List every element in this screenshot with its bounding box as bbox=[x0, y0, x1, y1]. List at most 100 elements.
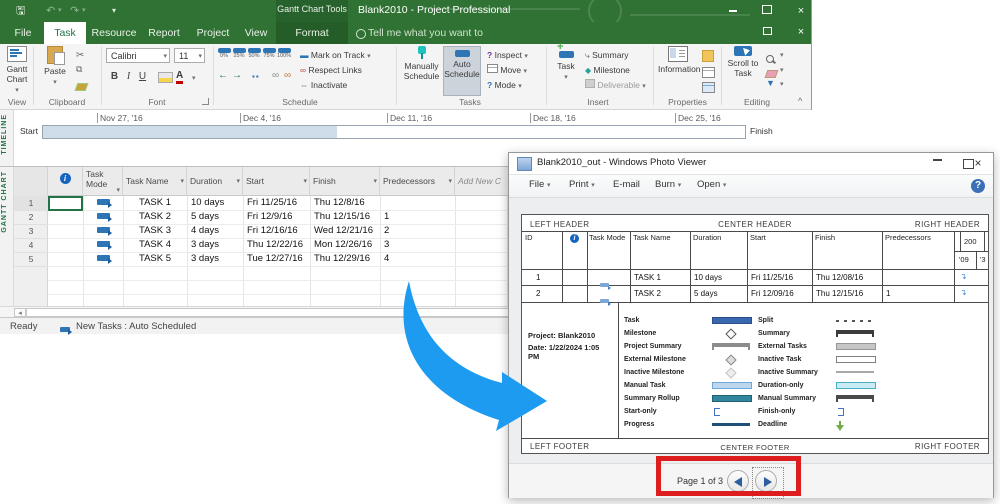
viewer-maximize-button[interactable] bbox=[935, 155, 961, 172]
cell-finish[interactable]: Thu 12/8/16 bbox=[314, 196, 380, 210]
cell-start[interactable]: Thu 12/22/16 bbox=[247, 238, 310, 252]
close-button[interactable]: × bbox=[790, 3, 812, 19]
collapse-ribbon-icon[interactable]: ^ bbox=[798, 96, 802, 106]
cell-duration[interactable]: 3 days bbox=[191, 252, 243, 266]
row-number[interactable]: 4 bbox=[14, 238, 48, 253]
header-predecessors[interactable]: Predecessors▾ bbox=[380, 167, 455, 196]
undo-dropdown-icon[interactable]: ▾ bbox=[58, 4, 62, 18]
tab-project[interactable]: Project bbox=[190, 22, 236, 44]
add-to-timeline-icon[interactable] bbox=[702, 80, 715, 98]
selected-cell[interactable] bbox=[48, 196, 83, 211]
link-tasks-icon[interactable]: ∞ bbox=[272, 70, 279, 81]
find-dropdown-icon[interactable]: ▾ bbox=[780, 51, 784, 59]
cell-task-name[interactable]: TASK 5 bbox=[123, 252, 187, 266]
information-button[interactable]: Information bbox=[658, 46, 698, 74]
minimize-button[interactable] bbox=[722, 3, 744, 19]
cell-start[interactable]: Tue 12/27/16 bbox=[247, 252, 310, 266]
percent-100-button[interactable]: 100% bbox=[277, 48, 291, 59]
tab-task[interactable]: Task bbox=[44, 22, 86, 44]
mode-button[interactable]: ? Mode ▾ bbox=[487, 79, 522, 93]
clear-dropdown-icon[interactable]: ▾ bbox=[780, 66, 784, 74]
header-add-new-column[interactable]: Add New C bbox=[455, 167, 515, 196]
cell-duration[interactable]: 4 days bbox=[191, 224, 243, 238]
insert-deliverable-button[interactable]: Deliverable ▾ bbox=[585, 79, 646, 93]
cell-task-mode[interactable] bbox=[83, 224, 123, 238]
format-painter-icon[interactable] bbox=[76, 78, 87, 96]
menu-burn[interactable]: Burn ▾ bbox=[655, 179, 681, 190]
timeline-bar[interactable] bbox=[42, 125, 746, 139]
auto-schedule-button[interactable]: Auto Schedule bbox=[443, 46, 481, 96]
cell-duration[interactable]: 10 days bbox=[191, 196, 243, 210]
viewer-close-button[interactable]: × bbox=[965, 155, 991, 172]
cell-start[interactable]: Fri 11/25/16 bbox=[247, 196, 310, 210]
scroll-left-icon[interactable]: ◂ bbox=[14, 308, 26, 317]
gantt-pane-strip[interactable]: GANTT CHART bbox=[0, 167, 14, 306]
scroll-to-task-button[interactable]: Scroll to Task bbox=[726, 46, 760, 78]
cell-task-mode[interactable] bbox=[83, 238, 123, 252]
cell-predecessors[interactable]: 1 bbox=[384, 210, 455, 224]
header-info[interactable]: i bbox=[48, 167, 83, 196]
viewer-minimize-button[interactable] bbox=[905, 155, 931, 172]
inactivate-button[interactable]: ⇔ Inactivate bbox=[300, 79, 347, 92]
insert-summary-button[interactable]: ⤷ Summary bbox=[585, 49, 629, 62]
cell-finish[interactable]: Wed 12/21/16 bbox=[314, 224, 380, 238]
background-color-icon[interactable] bbox=[158, 72, 173, 83]
mark-on-track-button[interactable]: ▬ Mark on Track ▾ bbox=[300, 49, 371, 63]
cell-task-mode[interactable] bbox=[83, 196, 123, 210]
menu-open[interactable]: Open ▾ bbox=[697, 179, 726, 190]
font-size-combo[interactable]: 11▾ bbox=[174, 48, 205, 63]
header-task-mode[interactable]: Task Mode▾ bbox=[83, 167, 123, 196]
cell-duration[interactable]: 5 days bbox=[191, 210, 243, 224]
row-number[interactable]: 5 bbox=[14, 252, 48, 267]
menu-print[interactable]: Print ▾ bbox=[569, 179, 595, 190]
cell-task-name[interactable]: TASK 1 bbox=[123, 196, 187, 210]
restore-document-button[interactable] bbox=[756, 24, 778, 40]
copy-icon[interactable]: ⧉ bbox=[76, 64, 82, 75]
timeline-pane-strip[interactable]: TIMELINE bbox=[0, 110, 14, 166]
menu-file[interactable]: File ▾ bbox=[529, 179, 550, 190]
redo-icon[interactable]: ↷ bbox=[70, 4, 79, 18]
percent-75-button[interactable]: 75% bbox=[262, 48, 276, 59]
header-duration[interactable]: Duration▾ bbox=[187, 167, 243, 196]
inspect-button[interactable]: ? Inspect ▾ bbox=[487, 49, 528, 63]
status-new-tasks[interactable]: New Tasks : Auto Scheduled bbox=[76, 321, 196, 332]
header-task-name[interactable]: Task Name▾ bbox=[123, 167, 187, 196]
cell-task-name[interactable]: TASK 2 bbox=[123, 210, 187, 224]
cell-start[interactable]: Fri 12/9/16 bbox=[247, 210, 310, 224]
cell-task-mode[interactable] bbox=[83, 252, 123, 266]
cell-predecessors[interactable]: 4 bbox=[384, 252, 455, 266]
font-name-combo[interactable]: Calibri▾ bbox=[106, 48, 170, 63]
help-icon[interactable]: ? bbox=[971, 179, 985, 193]
split-task-icon[interactable]: ▪▪ bbox=[252, 72, 260, 81]
header-start[interactable]: Start▾ bbox=[243, 167, 310, 196]
cell-predecessors[interactable] bbox=[384, 196, 455, 210]
tab-report[interactable]: Report bbox=[142, 22, 186, 44]
tab-file[interactable]: File bbox=[6, 22, 40, 44]
font-color-icon[interactable]: A bbox=[176, 70, 183, 84]
paste-button[interactable]: Paste▾ bbox=[40, 46, 70, 88]
percent-0-button[interactable]: 0% bbox=[217, 48, 231, 59]
qat-customize-icon[interactable]: ▾ bbox=[112, 4, 116, 18]
percent-50-button[interactable]: 50% bbox=[247, 48, 261, 59]
save-icon[interactable]: 🖫 bbox=[16, 4, 25, 18]
maximize-button[interactable] bbox=[756, 3, 778, 19]
insert-task-button[interactable]: + Task▾ bbox=[551, 46, 581, 83]
tell-me-box[interactable]: Tell me what you want to do... bbox=[368, 22, 498, 44]
cell-predecessors[interactable]: 3 bbox=[384, 238, 455, 252]
fill-dropdown-icon[interactable]: ▾ bbox=[780, 80, 784, 88]
outdent-task-icon[interactable]: ← bbox=[218, 70, 228, 81]
redo-dropdown-icon[interactable]: ▾ bbox=[82, 4, 86, 18]
cell-duration[interactable]: 3 days bbox=[191, 238, 243, 252]
header-finish[interactable]: Finish▾ bbox=[310, 167, 380, 196]
gantt-chart-view-button[interactable]: Gantt Chart▾ bbox=[3, 46, 31, 96]
row-number[interactable]: 3 bbox=[14, 224, 48, 239]
cell-predecessors[interactable]: 2 bbox=[384, 224, 455, 238]
move-button[interactable]: Move ▾ bbox=[487, 64, 527, 78]
font-color-dropdown-icon[interactable]: ▾ bbox=[192, 74, 196, 82]
cell-finish[interactable]: Thu 12/15/16 bbox=[314, 210, 380, 224]
cell-finish[interactable]: Thu 12/29/16 bbox=[314, 252, 380, 266]
percent-25-button[interactable]: 25% bbox=[232, 48, 246, 59]
underline-button[interactable]: U bbox=[136, 70, 149, 84]
cell-task-mode[interactable] bbox=[83, 210, 123, 224]
row-number[interactable]: 1 bbox=[14, 196, 48, 211]
